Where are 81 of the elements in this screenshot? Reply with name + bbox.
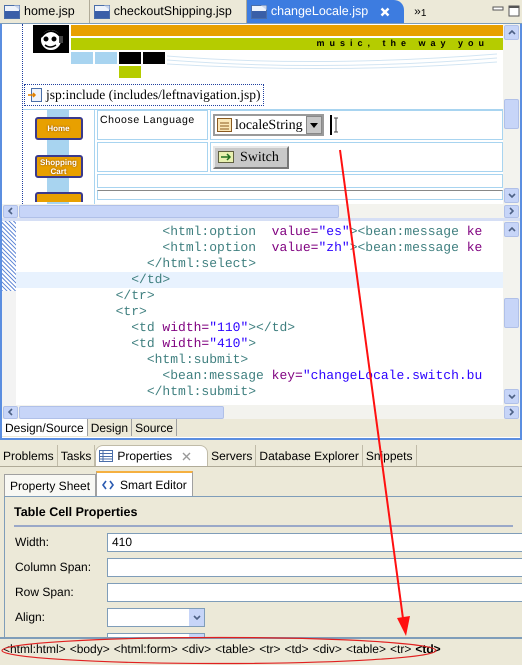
sub-tab[interactable]: Property Sheet: [4, 474, 96, 496]
view-tab[interactable]: Database Explorer: [256, 445, 363, 466]
scroll-thumb[interactable]: [19, 406, 224, 418]
header-block: [119, 66, 141, 78]
header-block: [71, 52, 93, 64]
include-box[interactable]: jsp:include (includes/leftnavigation.jsp): [24, 84, 264, 106]
caret-icon: [310, 122, 318, 128]
input-field[interactable]: [107, 582, 522, 602]
dropdown-button[interactable]: [189, 608, 204, 626]
sub-tab[interactable]: Smart Editor: [96, 471, 193, 496]
maximize-icon[interactable]: [508, 5, 520, 17]
code-line: <td width="110"></td>: [130, 320, 296, 336]
code-line: <td width="410">: [130, 336, 258, 352]
tagline: music, the way you: [316, 37, 489, 50]
tab-label: checkoutShipping.jsp: [114, 3, 232, 20]
vertical-scrollbar[interactable]: [503, 24, 520, 204]
table-cell: Choose Language: [97, 110, 208, 140]
field-label: Width:: [15, 534, 50, 552]
scroll-left-button[interactable]: [3, 204, 18, 218]
input-field[interactable]: 410: [107, 532, 522, 552]
header-block: [119, 52, 141, 64]
text-cursor-icon: [330, 115, 338, 135]
scroll-thumb[interactable]: [504, 99, 519, 129]
horizontal-scrollbar[interactable]: [2, 204, 520, 218]
code-brackets-icon: [102, 480, 114, 490]
vertical-scrollbar[interactable]: [503, 221, 520, 405]
mode-tab[interactable]: Design/Source: [2, 419, 88, 436]
scroll-thumb[interactable]: [19, 204, 339, 218]
field-label: Row Span:: [15, 584, 75, 602]
header-block: [143, 52, 165, 64]
scroll-down-button[interactable]: [504, 389, 519, 404]
view-tab[interactable]: Servers: [208, 445, 256, 466]
file-icon: [94, 4, 110, 18]
breadcrumb-item[interactable]: <table>: [346, 640, 386, 658]
breadcrumb-item[interactable]: <div>: [182, 640, 212, 658]
code-line: </tr>: [114, 288, 156, 304]
code-line: </html:select>: [146, 256, 258, 272]
editor-tab[interactable]: checkoutShipping.jsp: [90, 0, 247, 23]
nav-button[interactable]: [34, 192, 82, 202]
editor-tab[interactable]: changeLocale.jsp: [246, 0, 404, 23]
code-line: </html:submit>: [146, 384, 258, 400]
file-icon: [250, 4, 267, 18]
scroll-up-button[interactable]: [504, 25, 519, 40]
scroll-right-button[interactable]: [504, 204, 519, 218]
breadcrumb-item[interactable]: <html:form>: [114, 640, 178, 658]
scroll-right-button[interactable]: [504, 406, 519, 418]
input-field[interactable]: [107, 558, 522, 577]
select-field[interactable]: [107, 608, 205, 627]
list-icon: [217, 118, 232, 132]
chevron-down-icon: [192, 614, 200, 620]
close-icon[interactable]: [182, 452, 192, 460]
scroll-down-button[interactable]: [504, 188, 519, 203]
table-icon: [99, 450, 114, 462]
include-icon: [28, 88, 42, 102]
breadcrumb-item[interactable]: <td>: [284, 640, 309, 658]
include-label: jsp:include (includes/leftnavigation.jsp): [46, 86, 260, 104]
tab-label: changeLocale.jsp: [270, 3, 368, 20]
locale-select[interactable]: localeString: [213, 114, 324, 136]
section-title: Table Cell Properties: [14, 505, 138, 519]
breadcrumb-item[interactable]: <body>: [70, 640, 110, 658]
field-label: Align:: [15, 609, 46, 626]
scroll-left-button[interactable]: [3, 406, 18, 418]
breadcrumb-item[interactable]: <div>: [312, 640, 342, 658]
view-tab[interactable]: Problems: [0, 445, 58, 466]
breadcrumb-item[interactable]: <tr>: [259, 640, 281, 658]
header-block: [95, 52, 117, 64]
file-icon: [4, 4, 20, 18]
switch-button[interactable]: Switch: [213, 146, 289, 168]
breadcrumb-item[interactable]: <tr>: [390, 640, 412, 658]
breadcrumb-item[interactable]: <html:html>: [3, 640, 66, 658]
code-line: <tr>: [114, 304, 148, 320]
breadcrumb-item[interactable]: <table>: [215, 640, 256, 658]
mode-tab[interactable]: Design: [88, 419, 132, 436]
scroll-thumb[interactable]: [504, 298, 519, 328]
horizontal-scrollbar[interactable]: [2, 405, 520, 419]
view-tab[interactable]: Properties: [95, 445, 208, 466]
field-label: Column Span:: [15, 559, 92, 576]
scroll-up-button[interactable]: [504, 222, 519, 237]
tab-label: home.jsp: [24, 3, 75, 20]
enter-arrow-icon: [218, 151, 234, 163]
code-line: <html:submit>: [146, 352, 250, 368]
